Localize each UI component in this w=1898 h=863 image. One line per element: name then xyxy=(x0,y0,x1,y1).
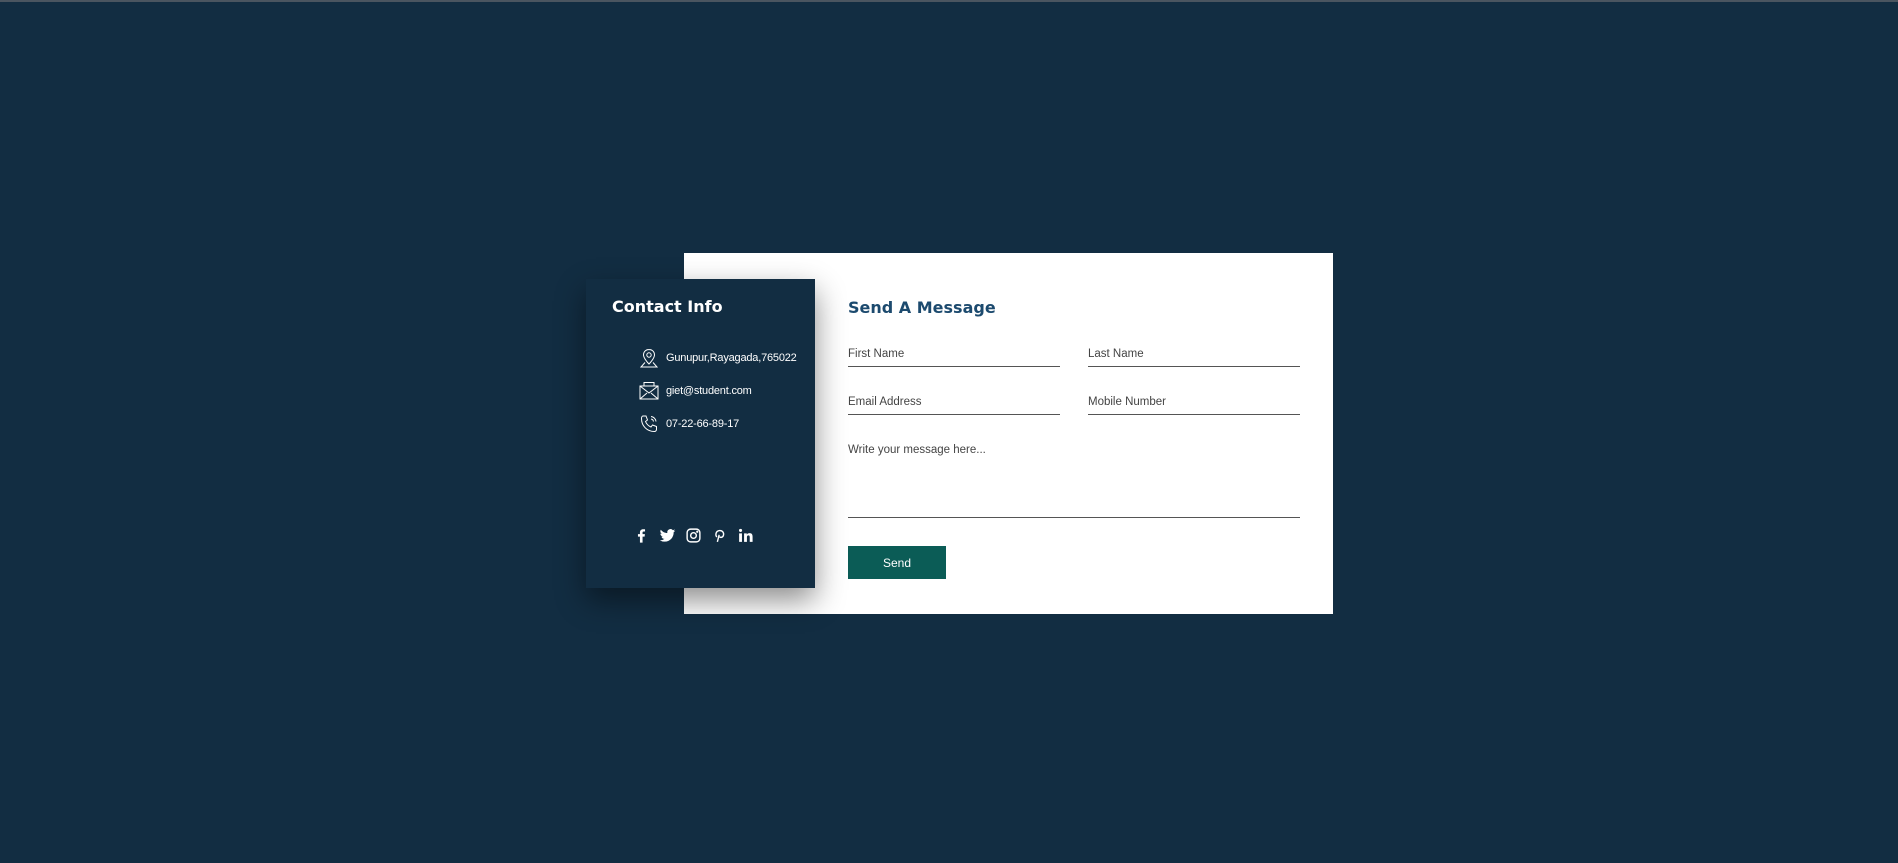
message-textarea[interactable] xyxy=(848,443,1300,518)
contact-address-text: Gunupur,Rayagada,765022 xyxy=(666,352,797,364)
contact-info-list: Gunupur,Rayagada,765022 giet@student.com xyxy=(638,347,797,446)
instagram-icon[interactable] xyxy=(684,526,703,545)
form-title: Send A Message xyxy=(848,298,996,317)
phone-icon xyxy=(638,413,660,435)
contact-info-card: Contact Info Gunupur,Rayagada,765022 gie… xyxy=(586,279,815,588)
twitter-icon[interactable] xyxy=(658,526,677,545)
location-icon xyxy=(638,347,660,369)
send-button[interactable]: Send xyxy=(848,546,946,579)
linkedin-icon[interactable] xyxy=(736,526,755,545)
contact-phone-text: 07-22-66-89-17 xyxy=(666,418,740,430)
facebook-icon[interactable] xyxy=(632,526,651,545)
mail-icon xyxy=(638,380,660,402)
social-links xyxy=(632,526,755,545)
last-name-input[interactable] xyxy=(1088,345,1300,367)
contact-info-title: Contact Info xyxy=(612,297,723,316)
pinterest-icon[interactable] xyxy=(710,526,729,545)
mobile-input[interactable] xyxy=(1088,393,1300,415)
first-name-input[interactable] xyxy=(848,345,1060,367)
contact-email-text: giet@student.com xyxy=(666,385,752,397)
contact-address-item: Gunupur,Rayagada,765022 xyxy=(638,347,797,369)
contact-phone-item: 07-22-66-89-17 xyxy=(638,413,797,435)
contact-email-item: giet@student.com xyxy=(638,380,797,402)
email-input[interactable] xyxy=(848,393,1060,415)
window-top-border xyxy=(0,0,1898,2)
